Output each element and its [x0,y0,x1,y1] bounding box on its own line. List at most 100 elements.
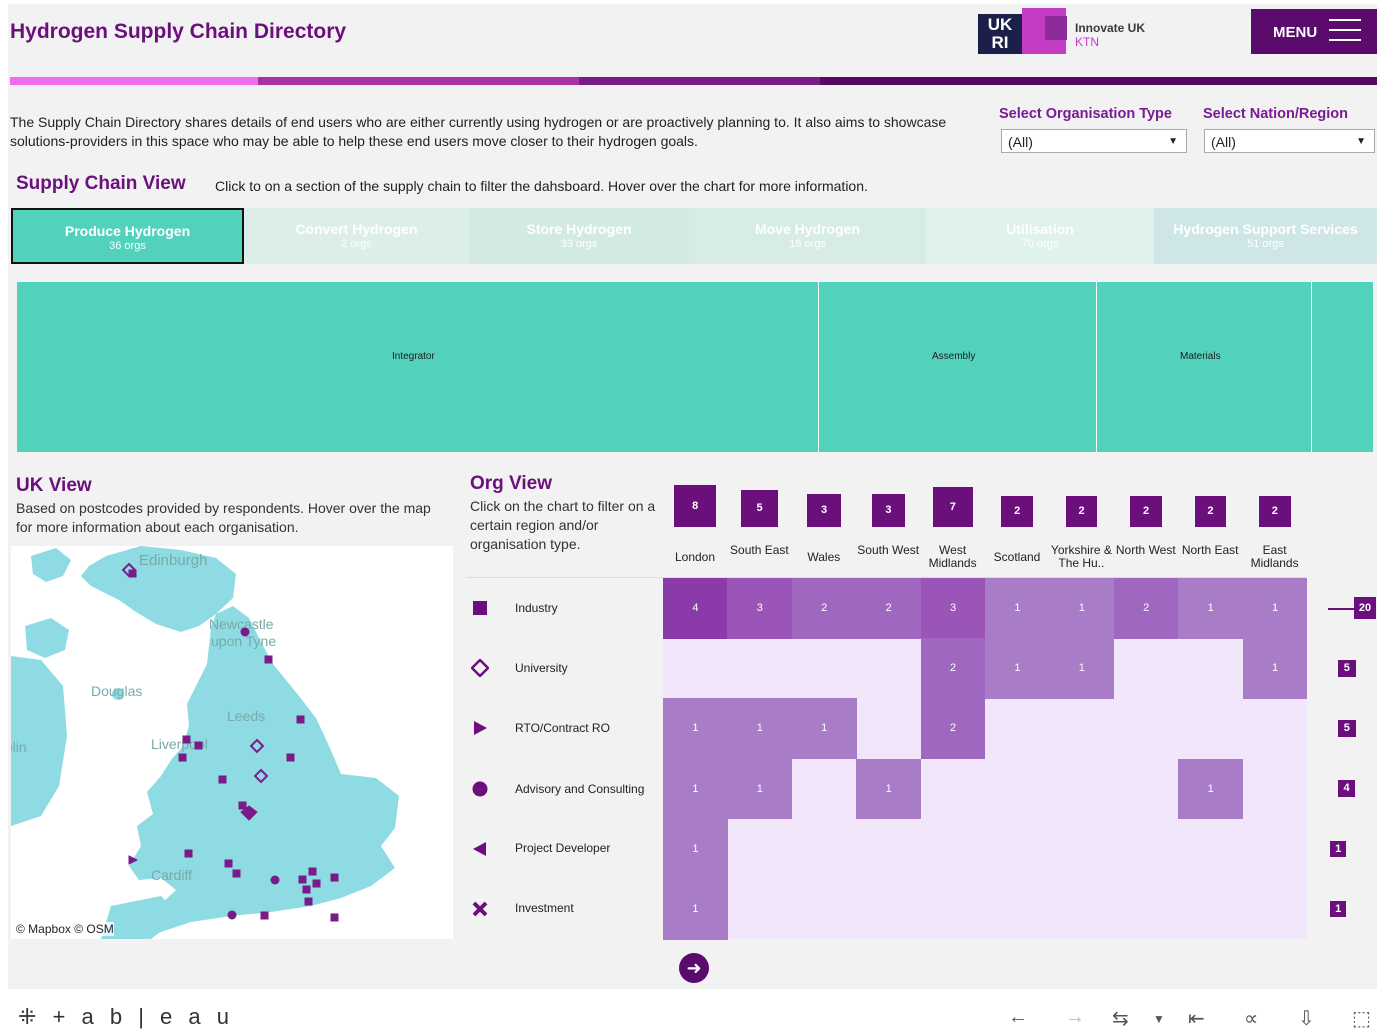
org-type-label: Select Organisation Type [999,106,1172,122]
cross-icon [471,900,489,918]
row-label-project-developer: Project Developer [515,841,611,855]
tab-label: Hydrogen Support Services [1173,221,1358,237]
tab-count: 18 orgs [789,238,826,250]
tab-label: Store Hydrogen [526,221,632,237]
square-icon [218,775,227,784]
org-type-value: (All) [1008,134,1033,150]
divider [466,577,1306,578]
download-icon[interactable]: ⇩ [1298,1006,1315,1031]
tab-count: 36 orgs [109,240,146,252]
square-icon [182,735,191,744]
nation-value: (All) [1211,134,1236,150]
square-icon [194,741,203,750]
redo-icon[interactable]: → [1065,1006,1085,1029]
row-label-rto: RTO/Contract RO [515,721,610,735]
tab-count: 2 orgs [341,238,372,250]
chevron-down-icon: ▼ [1356,136,1366,147]
treemap-divider [818,282,819,452]
hamburger-icon [1329,19,1361,49]
tab-utilisation[interactable]: Utilisation 70 orgs [926,208,1154,264]
map-markers [121,562,339,922]
square-icon [178,753,187,762]
header-stripe-3 [579,77,820,85]
row-label-industry: Industry [515,601,558,615]
chevron-down-icon[interactable]: ▼ [1153,1012,1165,1026]
reset-icon[interactable]: ⇤ [1188,1006,1205,1031]
square-icon [232,869,241,878]
logo-block-dark [1045,16,1067,40]
tab-produce-hydrogen[interactable]: Produce Hydrogen 36 orgs [11,208,244,264]
org-view-desc: Click on the chart to filter on a certai… [470,498,656,552]
menu-button[interactable]: MENU [1251,9,1377,54]
square-icon [224,859,233,868]
uk-view-title: UK View [16,475,92,496]
square-icon [296,715,305,724]
diamond-icon [470,658,490,678]
tab-move-hydrogen[interactable]: Move Hydrogen 18 orgs [689,208,926,264]
tab-label: Move Hydrogen [754,221,860,237]
menu-label: MENU [1273,24,1318,41]
square-icon [298,875,307,884]
treemap-divider [1311,282,1312,452]
triangle-left-icon [471,840,489,858]
square-icon [304,897,313,906]
circle-icon [270,875,280,885]
triangle-right-icon [471,719,489,737]
square-icon [302,885,311,894]
next-arrow-button[interactable]: ➜ [679,953,709,983]
treemap[interactable] [17,282,1373,452]
square-icon [330,873,339,882]
tab-store-hydrogen[interactable]: Store Hydrogen 33 orgs [469,208,689,264]
fullscreen-icon[interactable]: ⬚ [1352,1006,1371,1031]
square-icon [471,599,489,617]
diamond-icon [253,768,269,784]
square-icon [286,753,295,762]
tab-label: Produce Hydrogen [64,223,191,239]
treemap-label-integrator: Integrator [392,351,435,362]
header-stripe-1 [10,77,258,85]
uk-view-desc: Based on postcodes provided by responden… [16,500,431,535]
revert-icon[interactable]: ⇆ [1112,1006,1129,1031]
tab-label: Utilisation [1006,221,1074,237]
square-icon [312,879,321,888]
page-title: Hydrogen Supply Chain Directory [10,20,347,43]
logo-sub: KTN [1075,35,1099,49]
share-icon[interactable]: ∝ [1244,1006,1258,1031]
row-label-university: University [515,661,568,675]
circle-icon [240,627,250,637]
tab-count: 51 orgs [1247,238,1284,250]
diamond-icon [249,738,265,754]
org-type-select[interactable]: (All) ▼ [1001,129,1187,153]
square-icon [330,913,339,922]
circle-icon [227,910,237,920]
tab-convert-hydrogen[interactable]: Convert Hydrogen 2 orgs [244,208,469,264]
map-credit: © Mapbox © OSM [16,922,114,936]
tab-count: 70 orgs [1021,238,1059,250]
supply-chain-desc: Click to on a section of the supply chai… [215,178,868,194]
intro-text: The Supply Chain Directory shares detail… [10,114,947,149]
supply-chain-title: Supply Chain View [16,173,186,194]
square-icon [128,569,137,578]
header-stripe-2 [258,77,579,85]
chevron-down-icon: ▼ [1168,136,1178,147]
square-icon [184,849,193,858]
tableau-logo-icon: ⁜ [18,1004,53,1029]
header-stripe-4 [820,77,1377,85]
tab-label: Convert Hydrogen [295,221,418,237]
treemap-label-assembly: Assembly [932,351,976,362]
tab-hydrogen-support-services[interactable]: Hydrogen Support Services 51 orgs [1154,208,1377,264]
treemap-label-materials: Materials [1180,351,1221,362]
row-label-advisory: Advisory and Consulting [515,782,645,796]
logo-name: Innovate UK [1075,21,1146,35]
nation-select[interactable]: (All) ▼ [1204,129,1375,153]
circle-icon [471,780,489,798]
triangle-right-icon [128,855,139,865]
org-view-title: Org View [470,473,553,494]
tableau-logo[interactable]: ⁜ + a b | e a u [18,1004,234,1030]
nation-label: Select Nation/Region [1203,106,1349,122]
square-icon [238,801,247,810]
uk-map[interactable]: Edinburgh Newcastle upon Tyne Douglas Le… [11,546,453,939]
undo-icon[interactable]: ← [1008,1006,1028,1029]
tab-count: 33 orgs [560,238,598,250]
square-icon [260,911,269,920]
